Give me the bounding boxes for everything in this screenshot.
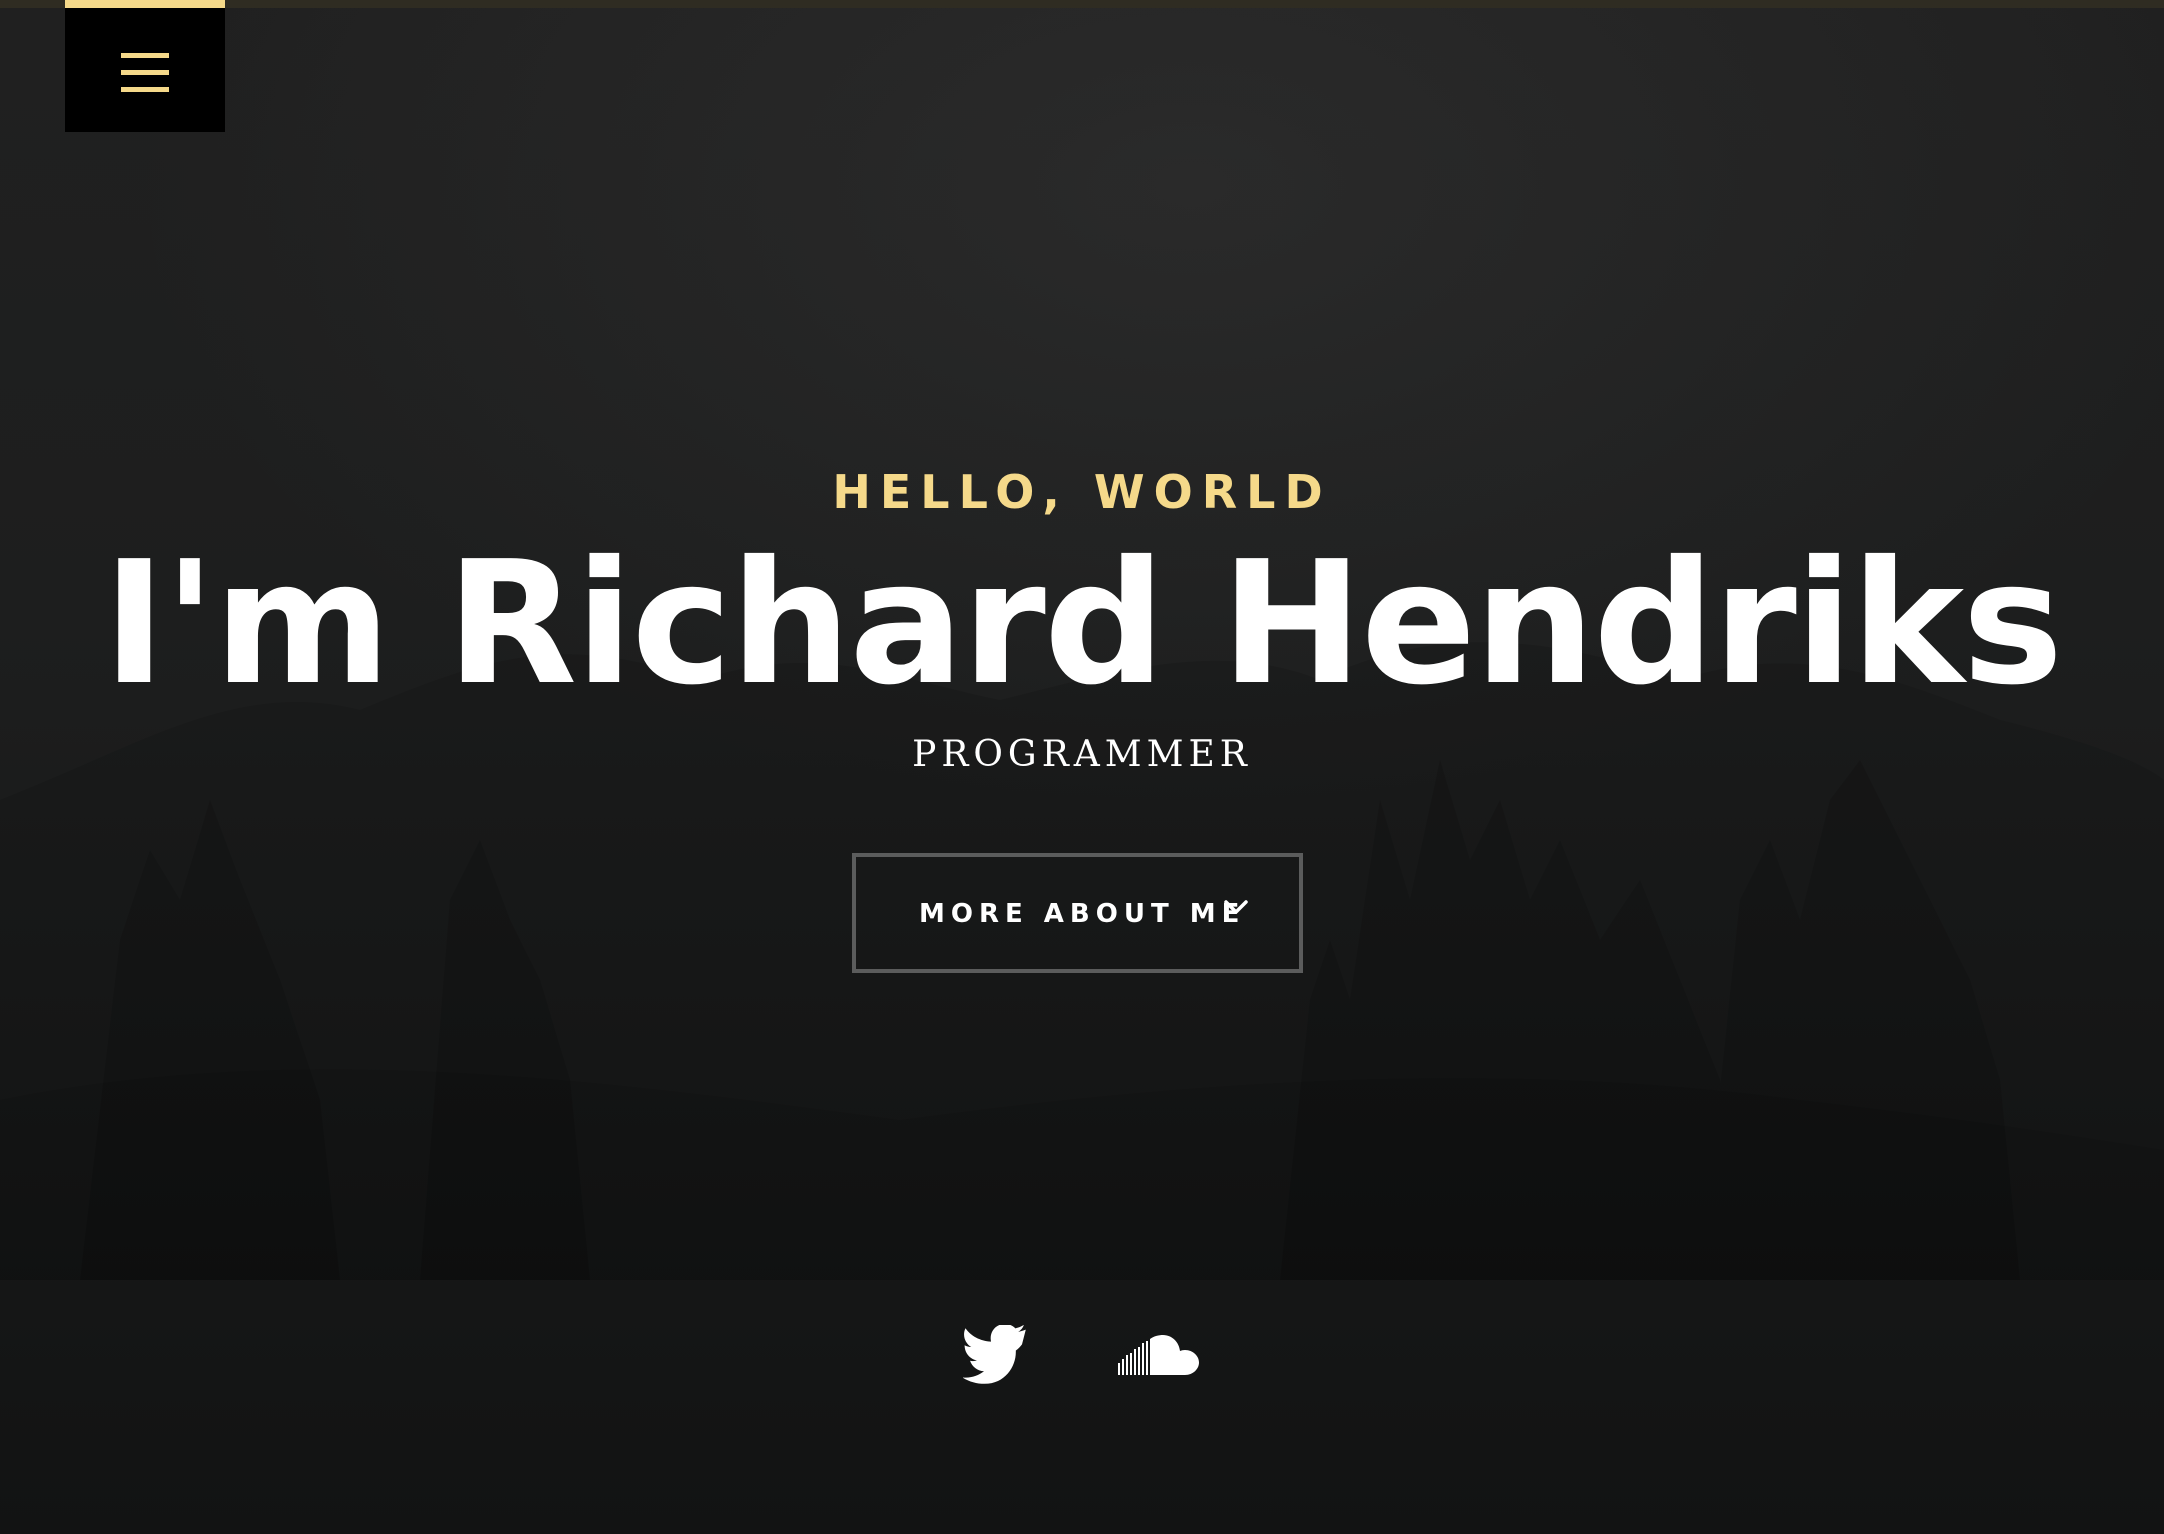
soundcloud-icon[interactable] [1118,1325,1200,1385]
role-subtitle: PROGRAMMER [912,734,1252,775]
hamburger-menu-icon[interactable] [121,53,169,93]
more-about-me-button[interactable]: MORE ABOUT ME [852,853,1303,973]
twitter-icon[interactable] [963,1325,1029,1385]
greeting-text: HELLO, WORLD [832,465,1332,519]
menu-toggle-button[interactable] [65,0,225,132]
hero-title: I'm Richard Hendriks [102,525,2064,723]
more-about-me-label: MORE ABOUT ME [919,899,1246,929]
chevron-down-icon [1224,900,1248,914]
hero-page: HELLO, WORLD I'm Richard Hendriks PROGRA… [0,0,2164,1534]
top-bar [0,0,2164,8]
menu-accent-bar [65,0,225,8]
